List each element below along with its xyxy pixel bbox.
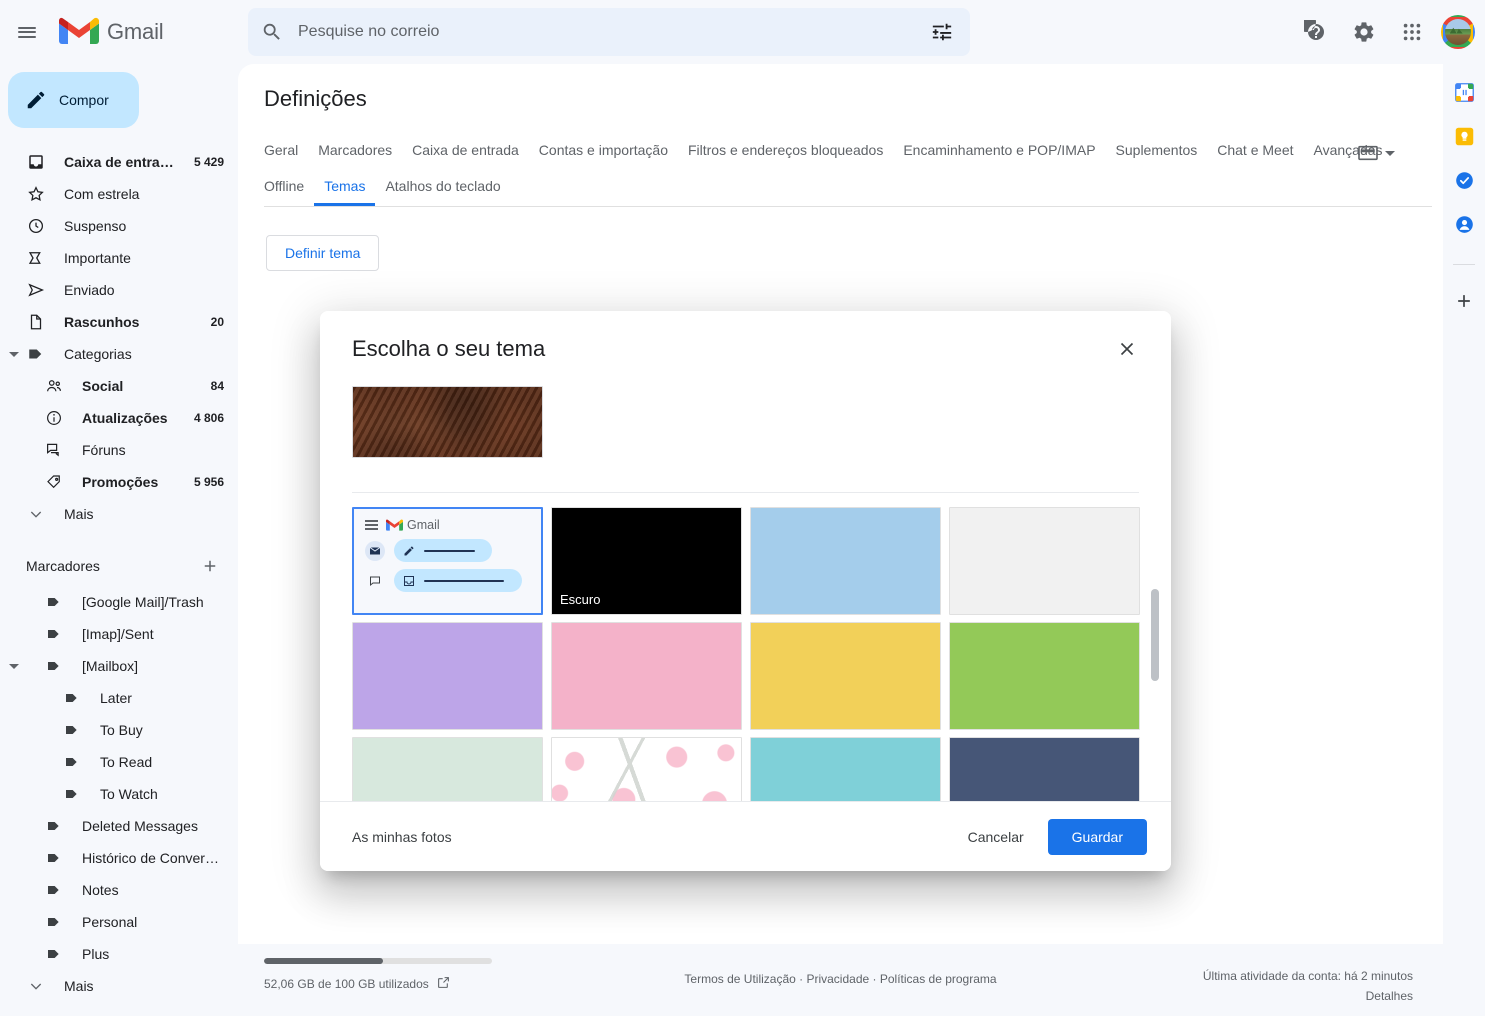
theme-picker-dialog: Escolha o seu tema Mais imagens (320, 311, 1171, 871)
preview-row-1 (365, 539, 541, 562)
hamburger-icon (365, 518, 378, 532)
cancel-button[interactable]: Cancelar (952, 820, 1040, 854)
close-icon[interactable] (1107, 329, 1147, 369)
inbox-icon (403, 575, 415, 587)
theme-tile-navy[interactable] (949, 737, 1140, 801)
theme-tile-lavender[interactable] (352, 622, 543, 730)
save-button[interactable]: Guardar (1048, 819, 1147, 855)
mail-icon (365, 541, 385, 561)
theme-grid: Gmail (352, 507, 1139, 801)
preview-header: Gmail (354, 509, 541, 532)
preview-brand: Gmail (386, 518, 440, 532)
theme-scroll-area[interactable]: Mais imagens (352, 386, 1139, 801)
chat-icon (365, 571, 385, 591)
preview-row-2 (365, 569, 541, 592)
preview-compose-chip (394, 539, 492, 562)
pencil-icon (403, 545, 415, 557)
gmail-app: Gmail (0, 0, 1485, 1016)
theme-tile-teal[interactable] (750, 737, 941, 801)
dialog-title: Escolha o seu tema (352, 336, 1107, 362)
theme-tile-light-blue[interactable] (750, 507, 941, 615)
theme-tile-mint[interactable] (352, 737, 543, 801)
preview-line (424, 580, 504, 582)
theme-tile-pink[interactable] (551, 622, 742, 730)
dialog-body: Mais imagens (320, 386, 1171, 801)
theme-tile-gmail-default[interactable]: Gmail (352, 507, 543, 615)
theme-tile-yellow[interactable] (750, 622, 941, 730)
theme-tile-label: Escuro (560, 592, 600, 607)
theme-tile-dark[interactable]: Escuro (551, 507, 742, 615)
preview-brand-label: Gmail (407, 518, 440, 532)
theme-tile-light-grey[interactable] (949, 507, 1140, 615)
more-images-tile[interactable]: Mais imagens (352, 386, 543, 458)
more-images-row: Mais imagens (352, 386, 1139, 458)
dialog-scrollbar-thumb[interactable] (1151, 589, 1159, 681)
gmail-logo-icon (386, 519, 403, 532)
theme-tile-cherry-blossom[interactable] (551, 737, 742, 801)
dialog-footer: As minhas fotos Cancelar Guardar (320, 801, 1171, 871)
preview-line (424, 550, 475, 552)
my-photos-button[interactable]: As minhas fotos (352, 829, 952, 845)
theme-tile-green[interactable] (949, 622, 1140, 730)
dialog-divider (352, 492, 1139, 493)
preview-inbox-chip (394, 569, 522, 592)
dialog-header: Escolha o seu tema (320, 311, 1171, 386)
